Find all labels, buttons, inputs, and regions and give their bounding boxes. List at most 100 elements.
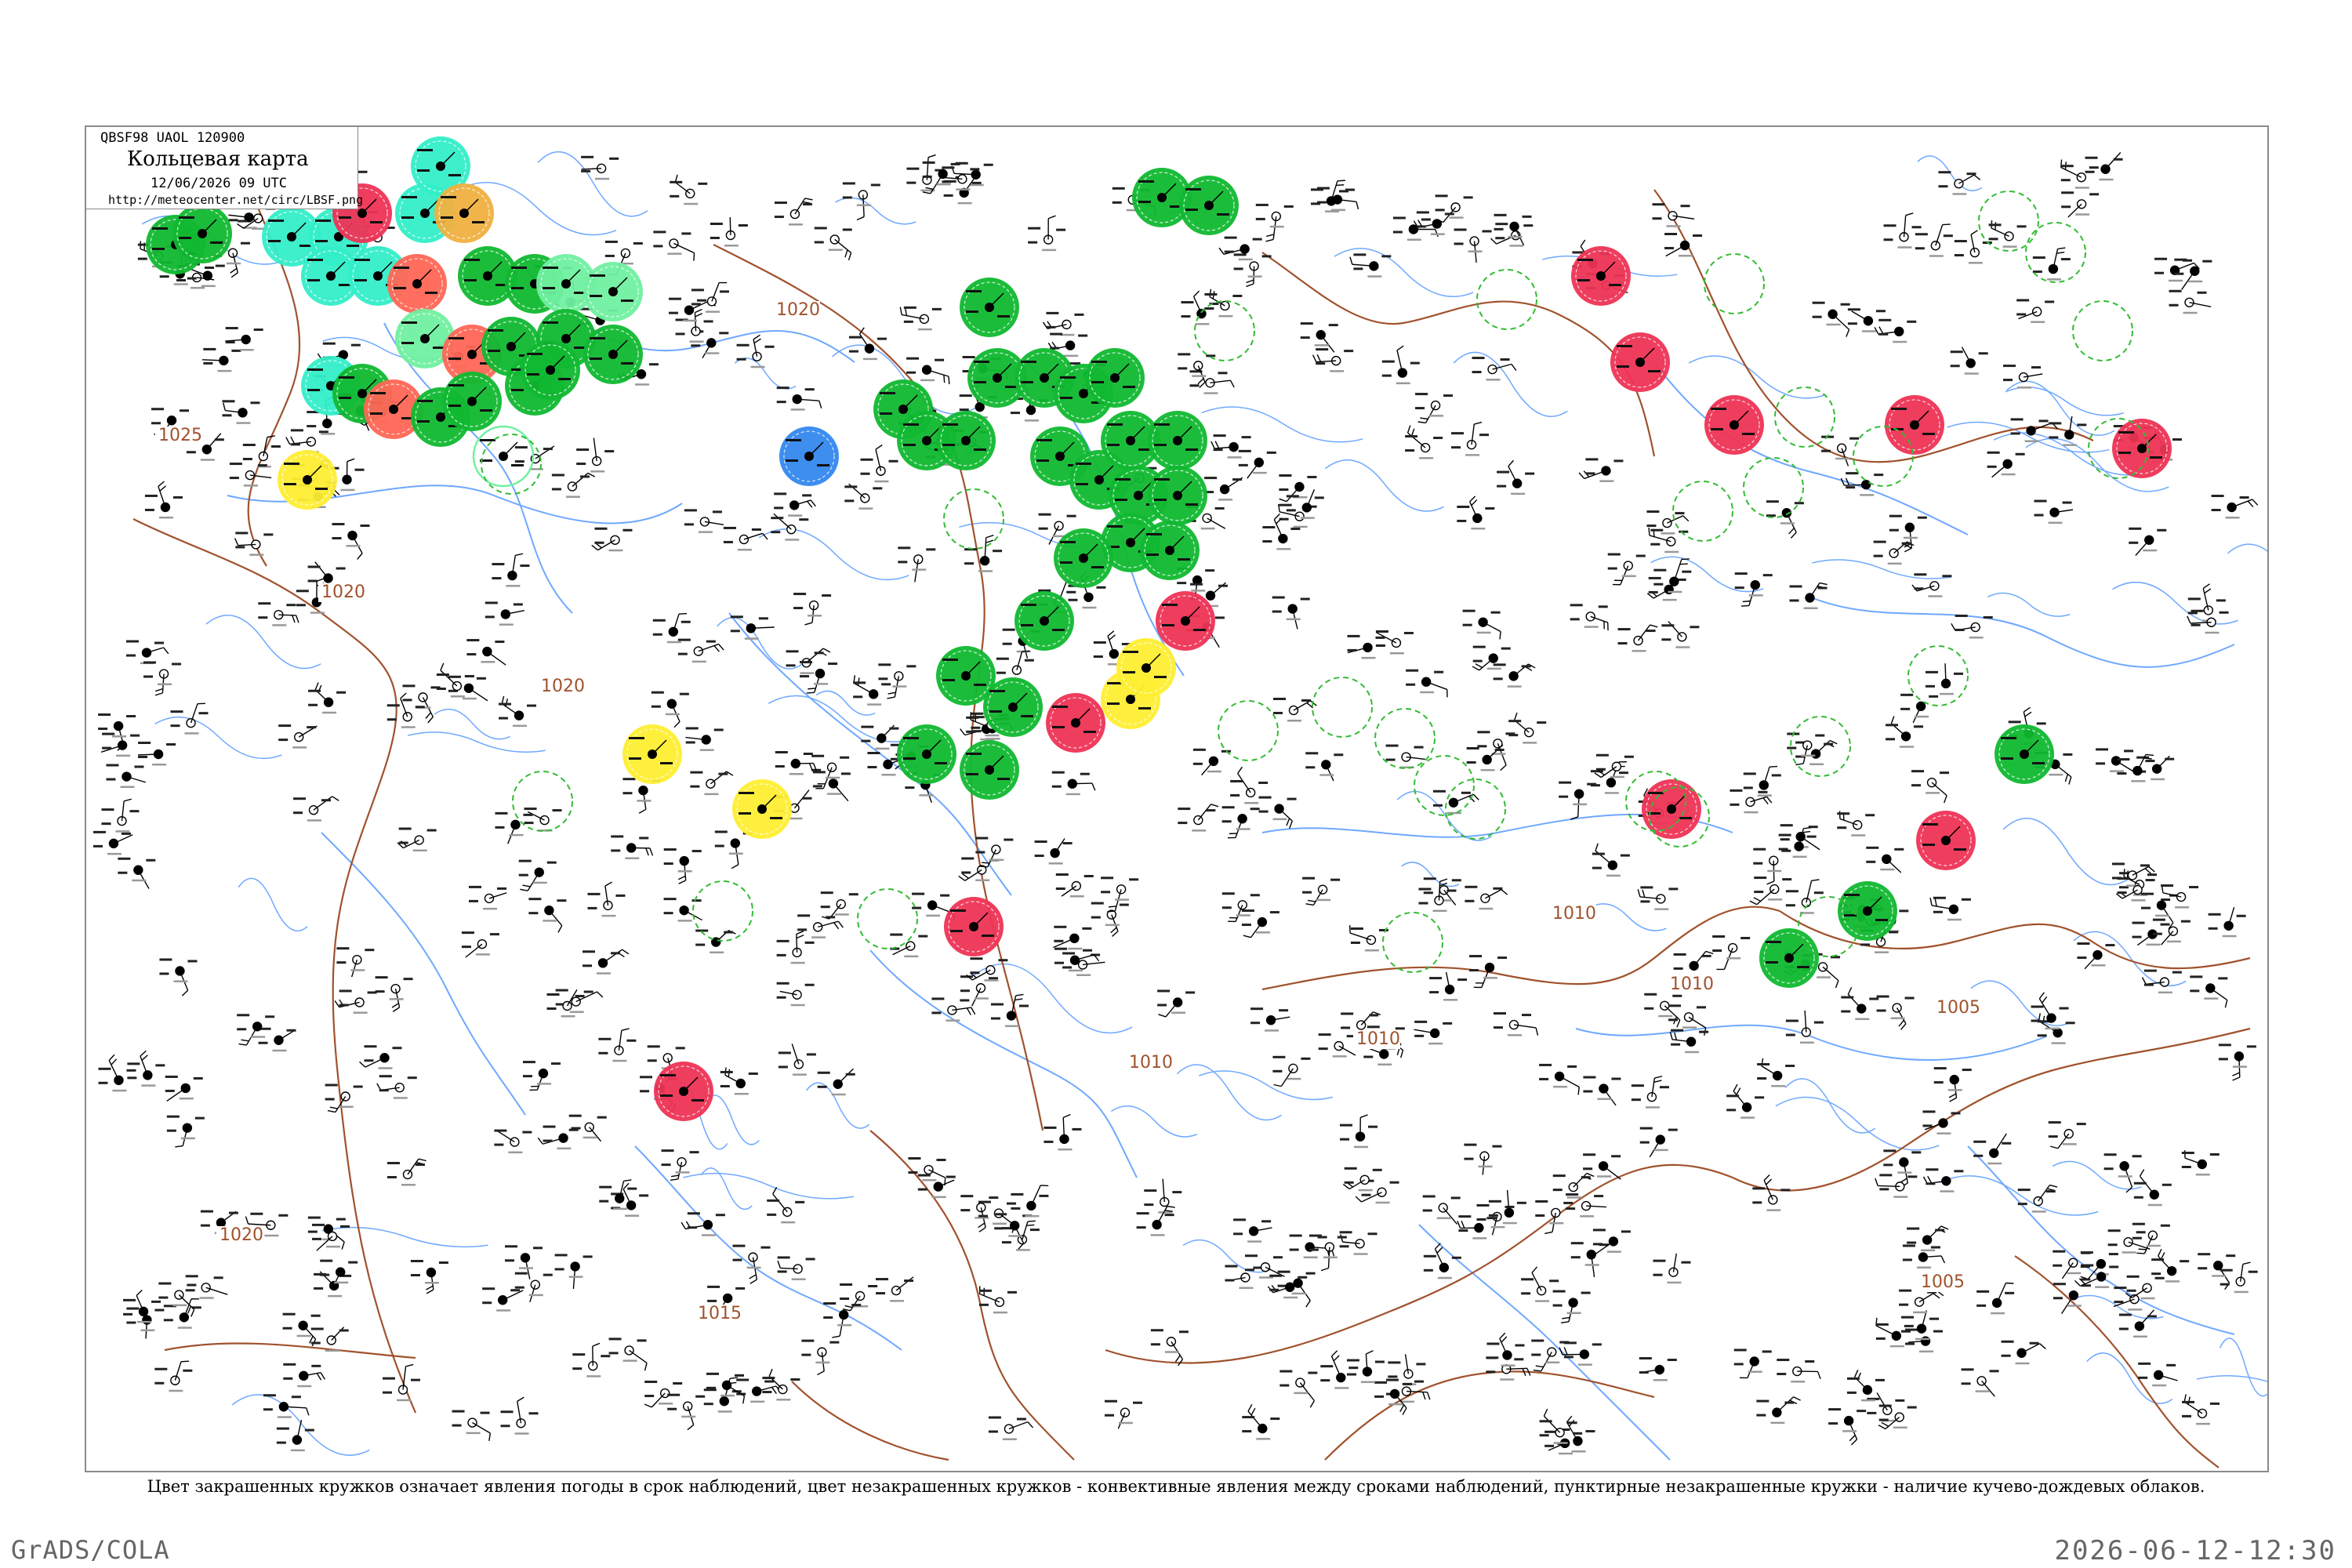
station-marker bbox=[2034, 499, 2074, 524]
station-marker bbox=[1028, 215, 1066, 252]
weather-circle bbox=[278, 450, 337, 510]
station-marker bbox=[1486, 1332, 1525, 1367]
station-marker bbox=[336, 947, 375, 978]
stream-line bbox=[835, 197, 916, 225]
station-marker bbox=[1778, 826, 1817, 858]
stream-line bbox=[321, 1226, 488, 1248]
cb-ring bbox=[1704, 253, 1765, 314]
station-marker bbox=[106, 764, 147, 789]
weather-circle bbox=[1156, 591, 1215, 651]
station-marker bbox=[1272, 1055, 1311, 1087]
isobar-label: 1025 bbox=[158, 426, 202, 445]
station-marker bbox=[2048, 1121, 2086, 1149]
cb-ring bbox=[1312, 677, 1373, 738]
station-marker bbox=[154, 1360, 193, 1392]
station-marker bbox=[2218, 1044, 2256, 1081]
station-marker bbox=[908, 1157, 946, 1186]
station-marker bbox=[325, 1083, 363, 1113]
stream-line bbox=[408, 731, 546, 753]
weather-circle bbox=[1148, 411, 1207, 470]
stream-line bbox=[1199, 1070, 1334, 1101]
station-marker bbox=[878, 663, 916, 699]
station-marker bbox=[771, 513, 809, 541]
station-marker bbox=[308, 682, 347, 714]
station-marker bbox=[1907, 1225, 1949, 1252]
station-marker bbox=[1192, 748, 1231, 776]
station-marker bbox=[1911, 573, 1952, 597]
station-marker bbox=[1531, 1339, 1570, 1372]
weather-map[interactable]: 1025 1020 1020 1020 1015 1010 1010 1010 1010 1005… bbox=[86, 127, 2269, 1472]
station-marker bbox=[229, 463, 272, 487]
cb-ring bbox=[1790, 716, 1851, 777]
station-marker bbox=[917, 1174, 956, 1199]
stream-line bbox=[2219, 1338, 2267, 1397]
station-marker bbox=[1841, 987, 1879, 1021]
station-marker bbox=[797, 914, 844, 938]
station-marker bbox=[1961, 1368, 1999, 1397]
cb-ring bbox=[2025, 222, 2086, 283]
station-marker bbox=[2103, 1153, 2142, 1193]
station-marker bbox=[1639, 1357, 1677, 1381]
station-marker bbox=[1637, 886, 1679, 910]
stream-line bbox=[205, 615, 321, 670]
station-marker bbox=[767, 1186, 805, 1224]
station-marker bbox=[1302, 877, 1341, 906]
station-marker bbox=[1454, 228, 1492, 263]
station-marker bbox=[1570, 604, 1609, 631]
station-marker bbox=[1258, 796, 1297, 829]
station-marker bbox=[1652, 203, 1695, 227]
station-marker bbox=[1592, 1229, 1631, 1254]
weather-circle bbox=[732, 779, 792, 839]
station-marker bbox=[723, 526, 768, 551]
station-marker bbox=[1639, 1127, 1678, 1158]
weather-circle bbox=[897, 724, 956, 784]
map-frame[interactable]: 1025 1020 1020 1020 1015 1010 1010 1010 1010 1005… bbox=[85, 125, 2269, 1472]
weather-circle bbox=[1610, 332, 1670, 392]
station-marker bbox=[812, 771, 851, 802]
station-marker bbox=[732, 1244, 771, 1284]
station-marker bbox=[1392, 216, 1439, 241]
station-marker bbox=[675, 308, 713, 343]
station-marker bbox=[690, 771, 734, 796]
bulletin-code: QBSF98 UAOL 120900 bbox=[100, 130, 245, 146]
stream-line bbox=[1325, 459, 1444, 512]
weather-circle bbox=[1838, 881, 1897, 941]
station-marker bbox=[684, 509, 724, 533]
station-marker bbox=[514, 1272, 553, 1303]
station-marker bbox=[1435, 194, 1473, 223]
station-marker bbox=[1189, 370, 1235, 394]
station-marker bbox=[978, 1286, 1017, 1314]
station-marker bbox=[1973, 1133, 2012, 1165]
station-marker bbox=[1631, 1076, 1669, 1109]
stream-line bbox=[1987, 592, 2071, 617]
station-marker bbox=[482, 1287, 524, 1312]
station-marker bbox=[587, 881, 626, 917]
station-marker bbox=[1011, 1185, 1049, 1218]
station-marker bbox=[1812, 301, 1850, 337]
station-marker bbox=[681, 1212, 725, 1236]
station-marker bbox=[1646, 576, 1686, 601]
station-marker bbox=[1342, 1167, 1382, 1192]
station-marker bbox=[1053, 925, 1092, 950]
station-marker bbox=[2053, 1283, 2091, 1315]
stream-line bbox=[1588, 903, 1667, 931]
stream-line bbox=[1775, 1096, 1940, 1151]
station-marker bbox=[98, 1054, 136, 1092]
stream-line bbox=[434, 708, 511, 740]
stream-line bbox=[537, 151, 648, 217]
station-marker bbox=[292, 796, 339, 822]
station-marker bbox=[2208, 906, 2246, 938]
station-marker bbox=[93, 830, 133, 855]
station-marker bbox=[1157, 989, 1196, 1018]
station-marker bbox=[1238, 449, 1276, 479]
weather-circle bbox=[1085, 348, 1145, 408]
weather-circle bbox=[583, 325, 643, 384]
source-url[interactable]: http://meteocenter.net/circ/LBSF.png bbox=[108, 193, 363, 207]
station-marker bbox=[848, 327, 887, 361]
station-marker bbox=[1521, 1266, 1559, 1302]
station-marker bbox=[1733, 1348, 1772, 1379]
station-marker bbox=[777, 1256, 815, 1280]
isobar-line bbox=[1105, 1163, 1733, 1364]
station-marker bbox=[1559, 1341, 1602, 1366]
station-marker bbox=[793, 593, 832, 626]
